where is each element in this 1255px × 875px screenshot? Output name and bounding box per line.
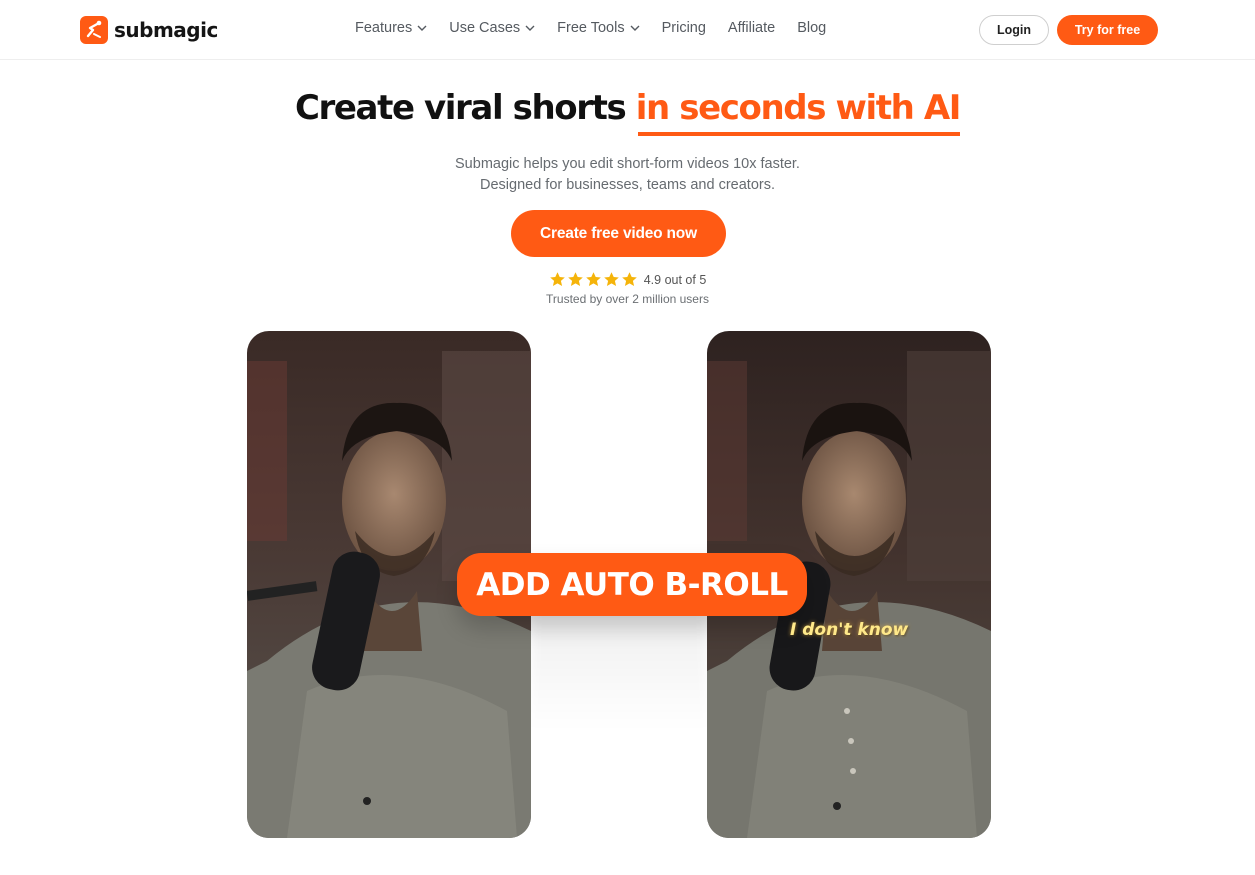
- brand-logo[interactable]: submagic: [80, 16, 218, 44]
- main-menu: Features Use Cases Free Tools Pricing Af…: [355, 20, 848, 36]
- hero-headline: Create viral shorts in seconds with AI: [0, 88, 1255, 136]
- menu-item-blog[interactable]: Blog: [797, 20, 826, 36]
- menu-item-use-cases[interactable]: Use Cases: [449, 20, 535, 36]
- submagic-logo-icon: [80, 16, 108, 44]
- rating-row: 4.9 out of 5: [0, 271, 1255, 288]
- rating-text: 4.9 out of 5: [643, 272, 707, 287]
- menu-item-label: Use Cases: [449, 20, 521, 36]
- star-icon: [585, 272, 601, 286]
- try-for-free-button[interactable]: Try for free: [1057, 15, 1158, 45]
- trusted-text: Trusted by over 2 million users: [546, 292, 709, 306]
- menu-item-affiliate[interactable]: Affiliate: [728, 20, 775, 36]
- menu-item-label: Pricing: [661, 20, 706, 36]
- menu-item-features[interactable]: Features: [355, 20, 427, 36]
- star-rating: [549, 271, 638, 288]
- menu-item-label: Features: [355, 20, 413, 36]
- login-button[interactable]: Login: [979, 15, 1049, 45]
- chevron-down-icon: [417, 25, 427, 31]
- chevron-down-icon: [525, 25, 535, 31]
- menu-item-label: Free Tools: [557, 20, 625, 36]
- headline-accent-text: in seconds with AI: [635, 88, 961, 136]
- menu-item-free-tools[interactable]: Free Tools: [557, 20, 640, 36]
- star-icon: [549, 272, 565, 286]
- menu-item-label: Affiliate: [727, 20, 776, 36]
- top-navbar: submagic Features Use Cases Free Tools P…: [0, 0, 1255, 60]
- star-icon: [621, 272, 637, 286]
- menu-item-pricing[interactable]: Pricing: [662, 20, 706, 36]
- star-icon: [567, 272, 583, 286]
- subtitle-caption: I don't know: [790, 620, 909, 640]
- transition-shadow: [531, 600, 707, 730]
- subtext-line-2: Designed for businesses, teams and creat…: [480, 177, 775, 193]
- star-icon: [603, 272, 619, 286]
- create-video-button[interactable]: Create free video now: [511, 210, 726, 257]
- chevron-down-icon: [630, 25, 640, 31]
- hero-subtext: Submagic helps you edit short-form video…: [0, 154, 1255, 196]
- subtext-line-1: Submagic helps you edit short-form video…: [455, 156, 800, 172]
- feature-label-badge: ADD AUTO B-ROLL: [457, 553, 807, 616]
- headline-plain-text: Create viral shorts: [294, 88, 636, 128]
- menu-item-label: Blog: [797, 20, 827, 36]
- brand-name: submagic: [114, 18, 218, 42]
